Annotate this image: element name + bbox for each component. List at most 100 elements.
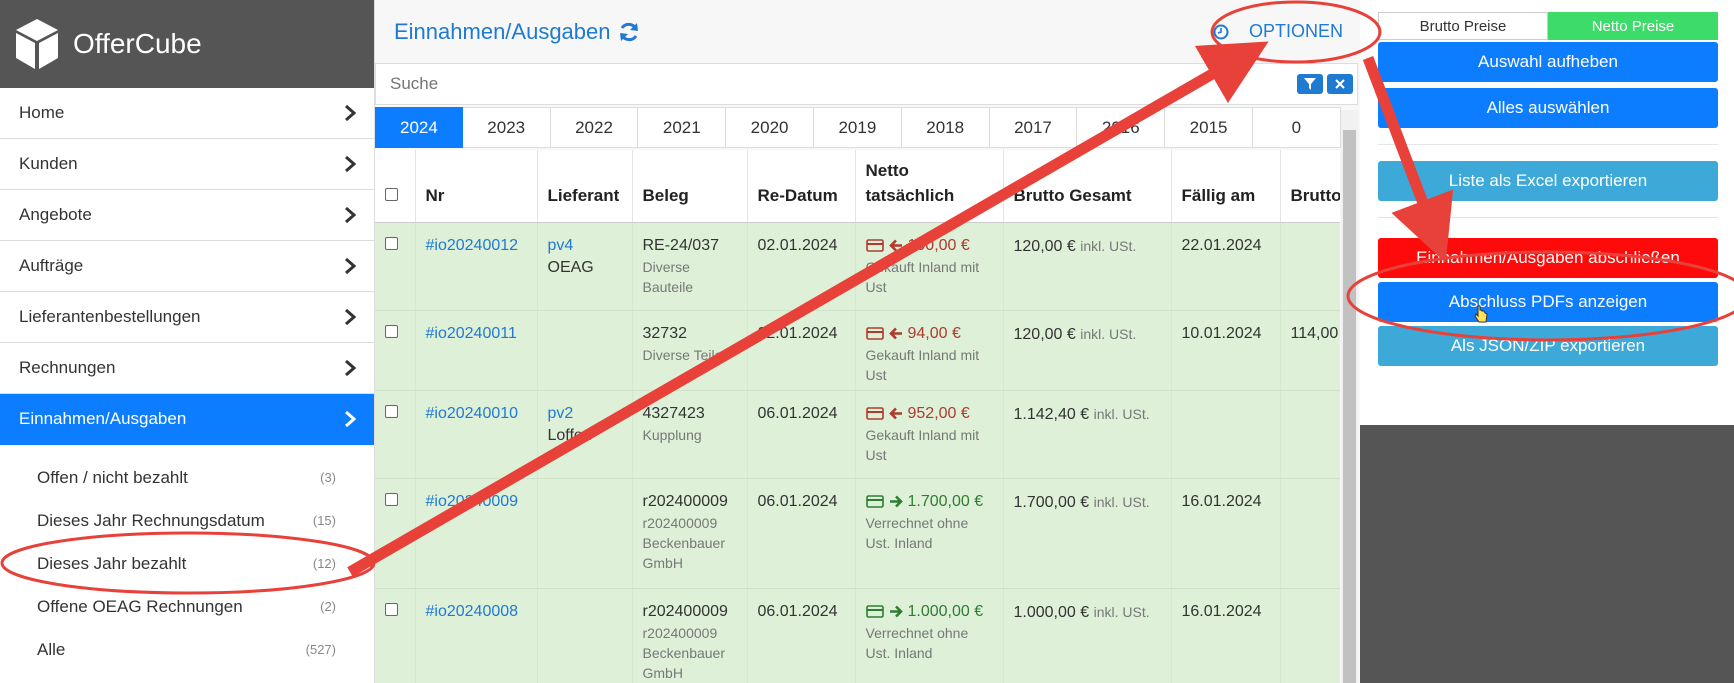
- sidebar-item-auftraege[interactable]: Aufträge: [0, 241, 374, 292]
- table-scrollbar[interactable]: [1341, 110, 1358, 683]
- divider: [1378, 217, 1718, 218]
- netto-amount: 94,00 €: [907, 324, 961, 342]
- header-faellig[interactable]: Fällig am: [1171, 150, 1281, 223]
- header-netto[interactable]: Netto tatsächlich: [855, 150, 1004, 223]
- sidebar-item-kunden[interactable]: Kunden: [0, 139, 374, 190]
- subnav-item-offen[interactable]: Offen / nicht bezahlt (3): [0, 456, 374, 499]
- credit-card-icon: [865, 605, 884, 618]
- tab-year-2023[interactable]: 2023: [462, 107, 551, 148]
- table-row[interactable]: #io20240008 r202400009 r202400009 Beckenb…: [375, 588, 1340, 683]
- tab-year-0[interactable]: 0: [1252, 107, 1341, 148]
- cell-datum: 06.01.2024: [747, 478, 856, 589]
- options-panel: Brutto Preise Netto Preise Auswahl aufhe…: [1360, 0, 1734, 683]
- sidebar-item-rechnungen[interactable]: Rechnungen: [0, 343, 374, 394]
- table-row[interactable]: #io20240009 r202400009 r202400009 Beckenb…: [375, 478, 1340, 589]
- cell-brutto: 120,00 € inkl. USt.: [1003, 222, 1172, 311]
- cell-netto: 1.700,00 € Verrechnet ohne Ust. Inland: [855, 478, 1004, 589]
- brutto-amount: 1.000,00 €: [1013, 603, 1090, 621]
- sidebar-item-angebote[interactable]: Angebote: [0, 190, 374, 241]
- tab-year-2020[interactable]: 2020: [726, 107, 814, 148]
- supplier-link[interactable]: pv2: [548, 405, 574, 422]
- page-title: Einnahmen/Ausgaben: [394, 19, 640, 45]
- chevron-right-icon: [345, 105, 356, 121]
- brutto-amount: 120,00 €: [1013, 237, 1076, 255]
- sidebar-item-label: Angebote: [19, 205, 92, 224]
- tab-year-2024[interactable]: 2024: [375, 107, 463, 148]
- header-netto-line1: Netto: [865, 160, 909, 180]
- row-select-cell[interactable]: [375, 310, 416, 391]
- subnav-item-alle[interactable]: Alle (527): [0, 628, 374, 671]
- year-tabs: 2024 2023 2022 2021 2020 2019 2018 2017 …: [375, 107, 1360, 148]
- sidebar-item-lieferantenbestellungen[interactable]: Lieferantenbestellungen: [0, 292, 374, 343]
- main-panel: Einnahmen/Ausgaben OPTIONEN Suche 2024 2…: [375, 0, 1360, 683]
- tab-year-2015[interactable]: 2015: [1165, 107, 1253, 148]
- tab-year-2017[interactable]: 2017: [989, 107, 1078, 148]
- subnav-item-oeag[interactable]: Offene OEAG Rechnungen (2): [0, 585, 374, 628]
- table-row[interactable]: #io20240012 pv4 OEAG RE-24/037 Diverse Bau…: [375, 222, 1340, 311]
- brand-header[interactable]: OfferCube: [0, 0, 374, 88]
- cell-faellig: [1171, 390, 1281, 479]
- refresh-icon[interactable]: [618, 21, 640, 43]
- credit-card-icon: [865, 327, 884, 340]
- row-select-cell[interactable]: [375, 478, 416, 589]
- subnav-item-rechnungsdatum[interactable]: Dieses Jahr Rechnungsdatum (15): [0, 499, 374, 542]
- invoice-link[interactable]: #io20240012: [426, 237, 519, 254]
- options-link[interactable]: OPTIONEN: [1249, 21, 1343, 42]
- close-books-button[interactable]: Einnahmen/Ausgaben abschließen: [1378, 238, 1718, 278]
- brutto-amount: 1.700,00 €: [1013, 493, 1090, 511]
- row-checkbox[interactable]: [385, 602, 398, 616]
- cell-lieferant: [537, 478, 633, 589]
- cell-datum: 02.01.2024: [747, 222, 856, 311]
- subnav-item-bezahlt[interactable]: Dieses Jahr bezahlt (12): [0, 542, 374, 585]
- header-lieferant[interactable]: Lieferant: [537, 150, 633, 223]
- filter-button[interactable]: [1297, 74, 1323, 94]
- close-icon: [1335, 79, 1345, 89]
- row-checkbox[interactable]: [385, 404, 398, 418]
- cell-faellig: 22.01.2024: [1171, 222, 1281, 311]
- deselect-button[interactable]: Auswahl aufheben: [1378, 42, 1718, 82]
- sidebar-item-einnahmen-ausgaben[interactable]: Einnahmen/Ausgaben: [0, 394, 374, 445]
- brutto-prices-toggle[interactable]: Brutto Preise: [1378, 12, 1548, 40]
- scrollbar-thumb[interactable]: [1343, 130, 1356, 683]
- clear-filter-button[interactable]: [1327, 74, 1353, 94]
- table-row[interactable]: #io20240010 pv2 Loffen 4327423 Kupplung 06…: [375, 390, 1340, 479]
- header-brutto[interactable]: Brutto Gesamt: [1003, 150, 1172, 223]
- tab-year-2016[interactable]: 2016: [1077, 107, 1166, 148]
- export-excel-button[interactable]: Liste als Excel exportieren: [1378, 161, 1718, 201]
- row-select-cell[interactable]: [375, 390, 416, 479]
- header-nr[interactable]: Nr: [415, 150, 538, 223]
- clock-icon[interactable]: [1213, 24, 1229, 40]
- tab-year-2019[interactable]: 2019: [813, 107, 902, 148]
- netto-prices-toggle[interactable]: Netto Preise: [1548, 12, 1718, 40]
- select-all-checkbox[interactable]: [385, 187, 398, 201]
- header-beleg[interactable]: Beleg: [632, 150, 748, 223]
- supplier-link[interactable]: pv4: [548, 237, 574, 254]
- export-json-button[interactable]: Als JSON/ZIP exportieren: [1378, 326, 1718, 366]
- header-brutto2[interactable]: Brutto: [1280, 150, 1340, 223]
- invoice-link[interactable]: #io20240008: [426, 603, 519, 620]
- netto-amount: 1.700,00 €: [907, 492, 984, 510]
- netto-amount-line: 94,00 €: [865, 323, 993, 345]
- sidebar-subnav: Offen / nicht bezahlt (3) Dieses Jahr Re…: [0, 445, 374, 671]
- divider: [1378, 144, 1718, 145]
- sidebar-item-home[interactable]: Home: [0, 88, 374, 139]
- invoice-link[interactable]: #io20240009: [426, 493, 519, 510]
- invoice-link[interactable]: #io20240010: [426, 405, 519, 422]
- tab-year-2018[interactable]: 2018: [901, 107, 990, 148]
- invoice-link[interactable]: #io20240011: [426, 325, 517, 342]
- header-select-all[interactable]: [375, 150, 416, 223]
- row-checkbox[interactable]: [385, 324, 398, 338]
- search-input[interactable]: [390, 74, 990, 94]
- row-checkbox[interactable]: [385, 492, 398, 506]
- select-all-button[interactable]: Alles auswählen: [1378, 88, 1718, 128]
- tab-year-2021[interactable]: 2021: [638, 107, 727, 148]
- tab-year-2022[interactable]: 2022: [550, 107, 639, 148]
- row-select-cell[interactable]: [375, 588, 416, 683]
- row-checkbox[interactable]: [385, 236, 398, 250]
- header-redatum[interactable]: Re-Datum: [747, 150, 856, 223]
- table-row[interactable]: #io20240011 32732 Diverse Teile 02.01.202…: [375, 310, 1340, 391]
- table-container: Nr Lieferant Beleg Re-Datum Netto tatsäch…: [375, 150, 1340, 683]
- cell-brutto: 1.142,40 € inkl. USt.: [1003, 390, 1172, 479]
- show-pdfs-button[interactable]: Abschluss PDFs anzeigen: [1378, 282, 1718, 322]
- row-select-cell[interactable]: [375, 222, 416, 311]
